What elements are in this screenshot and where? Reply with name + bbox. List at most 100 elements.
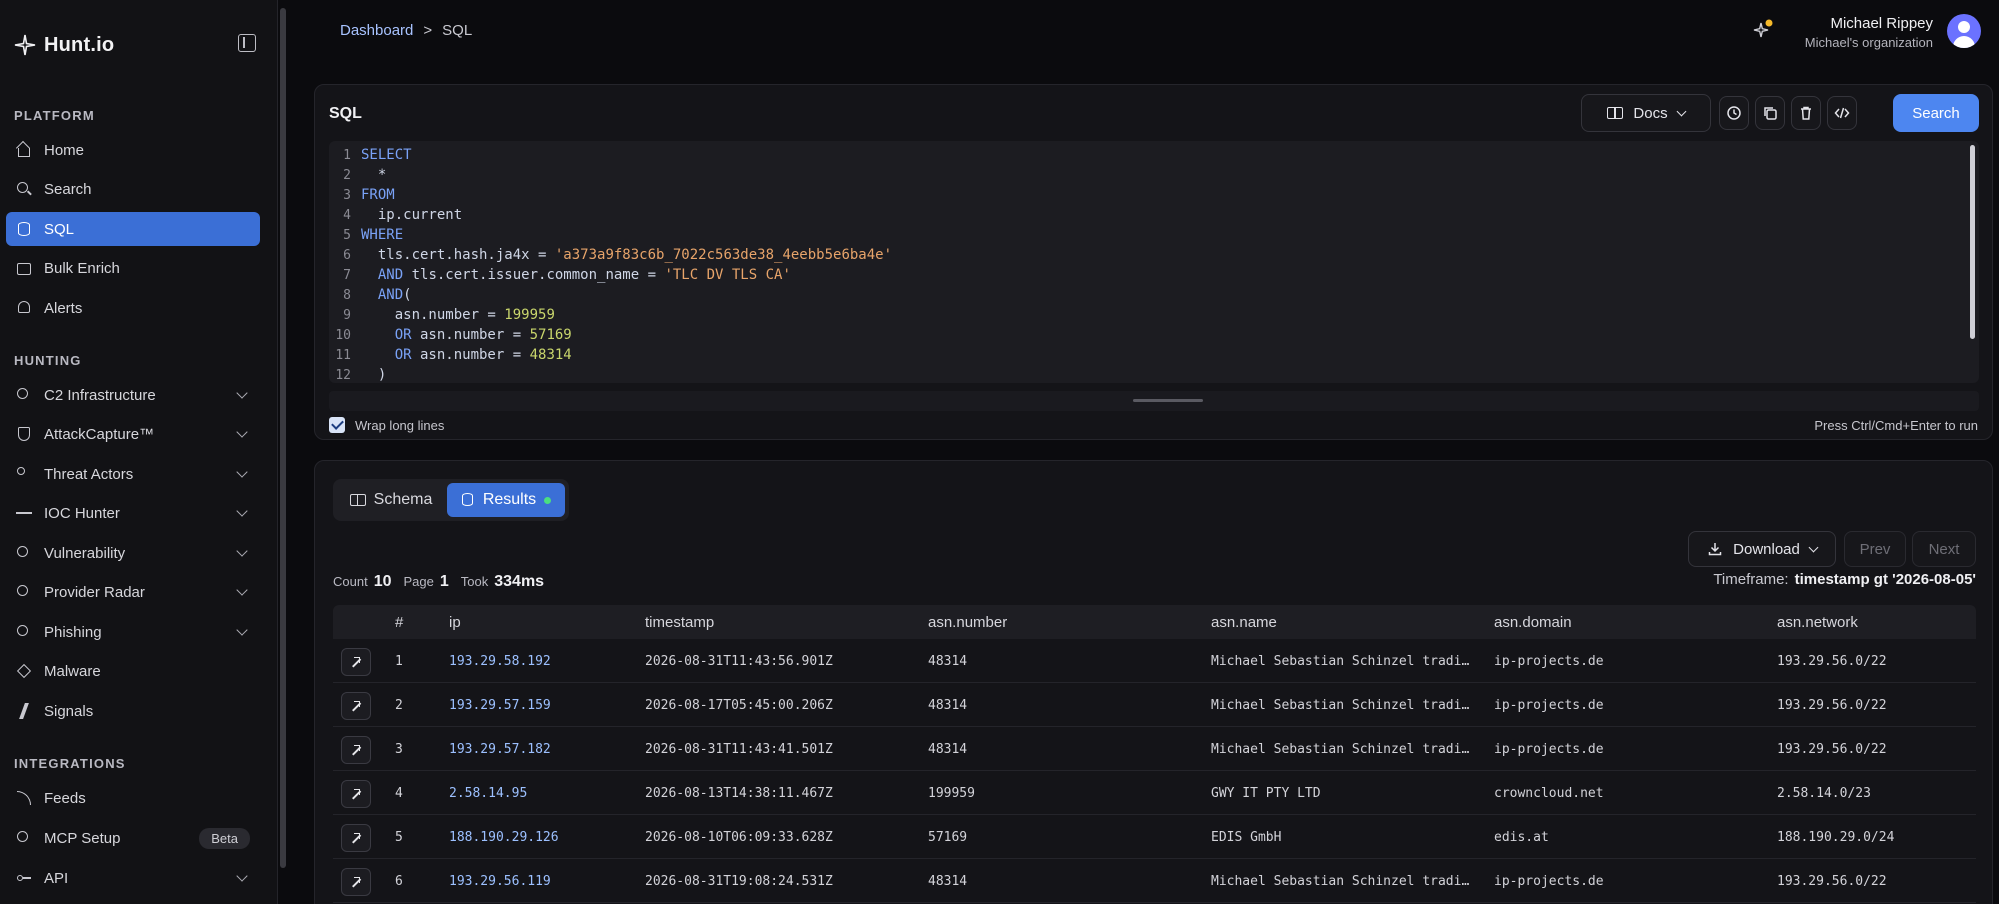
column-header[interactable]: timestamp <box>645 614 714 631</box>
chevron-down-icon[interactable] <box>236 545 248 557</box>
editor-scrollbar[interactable] <box>1970 145 1975 339</box>
search-icon <box>16 181 32 197</box>
section-platform: PLATFORM <box>14 108 95 123</box>
chevron-down-icon[interactable] <box>236 870 248 882</box>
bug-icon <box>16 545 32 561</box>
sidebar-item-phishing[interactable]: Phishing <box>6 615 260 649</box>
next-page-button[interactable]: Next <box>1912 531 1976 567</box>
virus-icon <box>16 663 32 679</box>
chevron-down-icon[interactable] <box>236 387 248 399</box>
view-tabs: Schema Results <box>333 479 569 521</box>
column-header[interactable]: ip <box>449 614 461 631</box>
sidebar-item-label: IOC Hunter <box>44 504 120 522</box>
sidebar-item-home[interactable]: Home <box>6 133 260 167</box>
chevron-down-icon[interactable] <box>236 584 248 596</box>
results-panel: Schema Results Download Prev Next Count 1… <box>314 460 1993 904</box>
sidebar-item-ioc-hunter[interactable]: IOC Hunter <box>6 496 260 530</box>
clear-button[interactable] <box>1791 96 1821 130</box>
column-header[interactable]: asn.name <box>1211 614 1277 631</box>
table-row[interactable]: 1 193.29.58.192 2026-08-31T11:43:56.901Z… <box>333 639 1976 683</box>
open-row-button[interactable] <box>341 648 371 676</box>
wrap-lines-checkbox[interactable] <box>329 417 345 433</box>
key-icon <box>16 870 32 886</box>
table-row[interactable]: 5 188.190.29.126 2026-08-10T06:09:33.628… <box>333 815 1976 859</box>
sidebar-scrollbar[interactable] <box>279 0 287 904</box>
whats-new-sparkle-icon[interactable] <box>1752 18 1774 40</box>
rss-icon <box>16 790 32 806</box>
chevron-down-icon[interactable] <box>236 426 248 438</box>
table-row[interactable]: 6 193.29.56.119 2026-08-31T19:08:24.531Z… <box>333 859 1976 903</box>
tab-results[interactable]: Results <box>447 483 565 517</box>
open-row-button[interactable] <box>341 780 371 808</box>
ip-link[interactable]: 2.58.14.95 <box>449 786 527 801</box>
sidebar-item-threat-actors[interactable]: Threat Actors <box>6 457 260 491</box>
docs-dropdown[interactable]: Docs <box>1581 94 1711 132</box>
globe-icon <box>16 624 32 640</box>
tab-schema[interactable]: Schema <box>337 483 445 517</box>
avatar[interactable] <box>1947 14 1981 48</box>
prev-page-button[interactable]: Prev <box>1844 531 1906 567</box>
column-header[interactable]: asn.network <box>1777 614 1858 631</box>
sidebar-item-label: Bulk Enrich <box>44 259 120 277</box>
code-line: asn.number = 199959 <box>361 307 555 323</box>
column-header[interactable]: # <box>395 614 403 631</box>
sidebar-item-vulnerability[interactable]: Vulnerability <box>6 536 260 570</box>
ip-link[interactable]: 188.190.29.126 <box>449 830 559 845</box>
sidebar-item-malware[interactable]: Malware <box>6 654 260 688</box>
database-icon <box>461 493 475 507</box>
breadcrumb-dashboard[interactable]: Dashboard <box>340 22 413 39</box>
open-row-button[interactable] <box>341 736 371 764</box>
sidebar-item-search[interactable]: Search <box>6 172 260 206</box>
sidebar-item-attackcapture[interactable]: AttackCapture™ <box>6 417 260 451</box>
zap-icon <box>16 703 32 719</box>
book-icon <box>1607 107 1624 119</box>
editor-resize-handle[interactable] <box>329 391 1979 411</box>
open-row-button[interactable] <box>341 692 371 720</box>
code-line: WHERE <box>361 227 404 243</box>
copy-button[interactable] <box>1755 96 1785 130</box>
chevron-down-icon[interactable] <box>236 624 248 636</box>
column-header[interactable]: asn.domain <box>1494 614 1572 631</box>
chevron-down-icon <box>1676 106 1687 116</box>
chevron-down-icon <box>1808 542 1819 552</box>
sql-panel-title: SQL <box>329 105 362 122</box>
sidebar-scrollbar-thumb[interactable] <box>280 8 286 868</box>
table-row[interactable]: 4 2.58.14.95 2026-08-13T14:38:11.467Z 19… <box>333 771 1976 815</box>
table-row[interactable]: 3 193.29.57.182 2026-08-31T11:43:41.501Z… <box>333 727 1976 771</box>
ip-link[interactable]: 193.29.56.119 <box>449 874 551 889</box>
copy-icon <box>1764 107 1777 120</box>
column-header[interactable]: asn.number <box>928 614 1007 631</box>
database-icon <box>16 221 32 237</box>
sidebar-item-mcp-setup[interactable]: MCP Setup Beta <box>6 821 260 855</box>
sidebar-item-api[interactable]: API <box>6 861 260 895</box>
chevron-down-icon[interactable] <box>236 505 248 517</box>
sidebar-item-bulk-enrich[interactable]: Bulk Enrich <box>6 251 260 285</box>
table-row[interactable]: 2 193.29.57.159 2026-08-17T05:45:00.206Z… <box>333 683 1976 727</box>
brand[interactable]: Hunt.io <box>14 30 114 60</box>
chevron-down-icon[interactable] <box>236 466 248 478</box>
open-row-button[interactable] <box>341 824 371 852</box>
sidebar-item-label: Search <box>44 180 92 198</box>
ip-link[interactable]: 193.29.57.182 <box>449 742 551 757</box>
sidebar-collapse-icon[interactable] <box>238 34 256 52</box>
sql-panel: SQL Docs Search 1 SELECT 2 * 3 FROM 4 ip.c… <box>314 84 1993 440</box>
sql-editor[interactable]: 1 SELECT 2 * 3 FROM 4 ip.current 5 WHERE 6 … <box>329 141 1979 383</box>
sidebar-item-signals[interactable]: Signals <box>6 694 260 728</box>
sidebar-item-provider-radar[interactable]: Provider Radar <box>6 575 260 609</box>
api-code-button[interactable] <box>1827 96 1857 130</box>
code-line: OR asn.number = 48314 <box>394 347 572 363</box>
ip-link[interactable]: 193.29.58.192 <box>449 654 551 669</box>
sidebar-item-sql[interactable]: SQL <box>6 212 260 246</box>
sidebar-item-feeds[interactable]: Feeds <box>6 781 260 815</box>
ip-link[interactable]: 193.29.57.159 <box>449 698 551 713</box>
docs-label: Docs <box>1633 104 1668 122</box>
query-duration: 334ms <box>494 573 545 590</box>
history-button[interactable] <box>1719 96 1749 130</box>
download-dropdown[interactable]: Download <box>1688 531 1836 567</box>
table-header: # ip timestamp asn.number asn.name asn.d… <box>333 605 1976 639</box>
home-icon <box>15 140 32 158</box>
sidebar-item-c2-infrastructure[interactable]: C2 Infrastructure <box>6 378 260 412</box>
run-search-button[interactable]: Search <box>1893 94 1979 132</box>
sidebar-item-alerts[interactable]: Alerts <box>6 291 260 325</box>
open-row-button[interactable] <box>341 868 371 896</box>
